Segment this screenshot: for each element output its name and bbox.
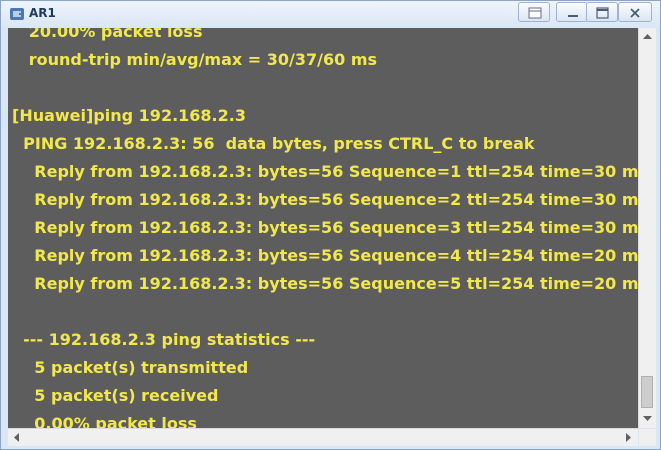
scrollbar-corner (639, 429, 656, 446)
vertical-scroll-thumb[interactable] (641, 376, 653, 408)
restore-icon (528, 7, 542, 19)
console-line: 20.00% packet loss (12, 28, 203, 41)
console-line: 0.00% packet loss (12, 414, 197, 428)
console-line: Reply from 192.168.2.3: bytes=56 Sequenc… (12, 246, 638, 265)
maximize-icon (596, 7, 609, 19)
close-icon (630, 8, 640, 18)
horizontal-scrollbar[interactable] (8, 428, 638, 446)
console-line: --- 192.168.2.3 ping statistics --- (12, 330, 316, 349)
maximize-button[interactable] (586, 2, 618, 22)
title-bar[interactable]: AR1 (1, 1, 660, 27)
console-line: round-trip min/avg/max = 30/37/60 ms (12, 50, 378, 69)
vertical-scrollbar[interactable] (638, 28, 656, 428)
console-line: Reply from 192.168.2.3: bytes=56 Sequenc… (12, 162, 638, 181)
minimize-icon (568, 15, 578, 17)
scroll-right-arrow-icon[interactable] (626, 433, 632, 442)
console-line: 5 packet(s) transmitted (12, 358, 249, 377)
terminal-window: AR1 20.00% packet loss round-trip min/av… (0, 0, 661, 450)
console-line: Reply from 192.168.2.3: bytes=56 Sequenc… (12, 190, 638, 209)
console-line: 5 packet(s) received (12, 386, 219, 405)
scroll-down-arrow-icon[interactable] (643, 416, 652, 422)
router-app-icon (10, 8, 24, 20)
console-output[interactable]: 20.00% packet loss round-trip min/avg/ma… (8, 28, 638, 428)
console-line: Reply from 192.168.2.3: bytes=56 Sequenc… (12, 274, 638, 293)
close-button[interactable] (618, 2, 652, 22)
minimize-button[interactable] (556, 2, 588, 22)
console-area: 20.00% packet loss round-trip min/avg/ma… (8, 28, 661, 447)
window-title: AR1 (29, 6, 56, 20)
console-line: PING 192.168.2.3: 56 data bytes, press C… (12, 134, 535, 153)
restore-button[interactable] (518, 2, 550, 22)
scroll-up-arrow-icon[interactable] (643, 34, 652, 40)
scroll-left-arrow-icon[interactable] (14, 433, 20, 442)
console-line: [Huawei]ping 192.168.2.3 (12, 106, 246, 125)
console-line: Reply from 192.168.2.3: bytes=56 Sequenc… (12, 218, 638, 237)
